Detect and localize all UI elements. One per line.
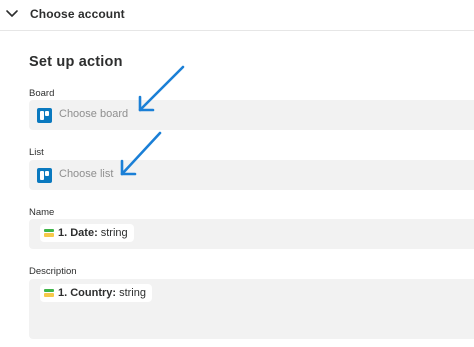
chevron-down-icon[interactable] [5, 7, 19, 21]
pill-field-type: string [100, 227, 128, 239]
board-select[interactable]: Choose board [29, 100, 474, 130]
pill-field-name: 1. Date: [58, 227, 98, 239]
board-label: Board [29, 88, 55, 99]
description-mapped-field-pill[interactable]: 1. Country: string [40, 284, 152, 302]
pill-field-name: 1. Country: [58, 287, 117, 299]
list-label: List [29, 147, 44, 158]
name-label: Name [29, 207, 55, 218]
choose-account-header[interactable]: Choose account [0, 0, 474, 31]
google-sheets-icon [44, 229, 54, 237]
trello-icon [37, 168, 52, 183]
zap-action-setup-panel: Choose account Set up action Board Choos… [0, 0, 474, 347]
google-sheets-icon [44, 289, 54, 297]
name-input[interactable]: 1. Date: string [29, 219, 474, 249]
description-label: Description [29, 266, 77, 277]
list-select[interactable]: Choose list [29, 160, 474, 190]
board-placeholder: Choose board [59, 108, 129, 120]
pill-field-type: string [119, 287, 146, 299]
description-input[interactable]: 1. Country: string [29, 279, 474, 339]
section-title: Set up action [29, 54, 123, 70]
choose-account-title: Choose account [30, 7, 125, 21]
list-placeholder: Choose list [59, 168, 114, 180]
trello-icon [37, 108, 52, 123]
name-mapped-field-pill[interactable]: 1. Date: string [40, 224, 134, 242]
